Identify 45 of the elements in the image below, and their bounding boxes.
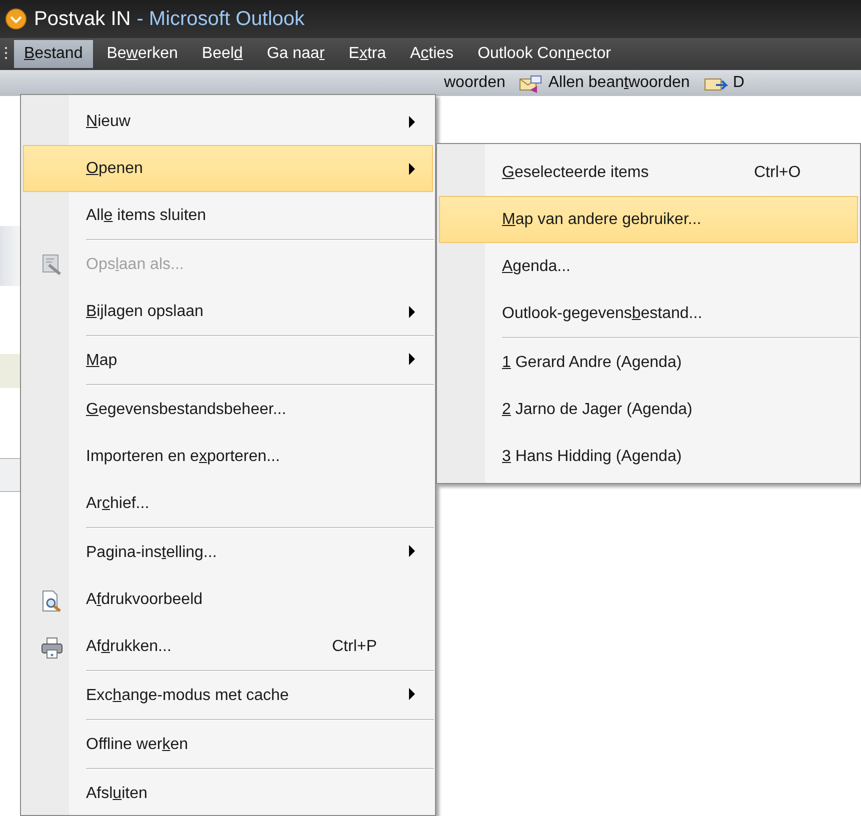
- menu-item[interactable]: Afdrukken... Ctrl+P: [23, 623, 433, 670]
- menu-bar-item[interactable]: Acties: [400, 40, 464, 68]
- menu-item[interactable]: Pagina-instelling...: [23, 527, 433, 576]
- menu-bar-item[interactable]: Ga naar: [256, 40, 335, 68]
- menu-item[interactable]: Map van andere gebruiker...: [439, 196, 858, 243]
- menu-item[interactable]: Agenda...: [439, 243, 858, 290]
- submenu-arrow-icon: [408, 545, 416, 557]
- menu-item[interactable]: Bijlagen opslaan: [23, 288, 433, 335]
- menu-item[interactable]: Afsluiten: [23, 768, 433, 816]
- menu-item[interactable]: Exchange-modus met cache: [23, 670, 433, 719]
- submenu-arrow-icon: [408, 353, 416, 365]
- menu-item[interactable]: Importeren en exporteren...: [23, 433, 433, 480]
- menu-item[interactable]: Offline werken: [23, 719, 433, 768]
- toolbar-button[interactable]: woorden: [440, 74, 506, 92]
- menu-item[interactable]: 2 Jarno de Jager (Agenda): [439, 386, 858, 433]
- submenu-arrow-icon: [408, 688, 416, 700]
- menu-bar-item[interactable]: Bewerken: [96, 40, 188, 68]
- menu-item[interactable]: Gegevensbestandsbeheer...: [23, 384, 433, 433]
- menu-item[interactable]: Map: [23, 335, 433, 384]
- shortcut-text: Ctrl+O: [754, 164, 801, 182]
- app-logo-icon: [4, 7, 28, 31]
- submenu-arrow-icon: [408, 163, 416, 175]
- menu-item[interactable]: 3 Hans Hidding (Agenda): [439, 433, 858, 480]
- menu-item[interactable]: Openen: [23, 145, 433, 192]
- submenu-arrow-icon: [408, 116, 416, 128]
- menu-item[interactable]: Alle items sluiten: [23, 192, 433, 239]
- menu-bar-item[interactable]: Beeld: [192, 40, 253, 68]
- menu-bar-item[interactable]: Outlook Connector: [468, 40, 621, 68]
- window-title: Postvak IN: [34, 8, 131, 30]
- submenu-arrow-icon: [408, 306, 416, 318]
- printer-icon: [40, 636, 64, 660]
- application-name: - Microsoft Outlook: [136, 8, 305, 30]
- menu-item[interactable]: Nieuw: [23, 98, 433, 145]
- menu-bar-item[interactable]: Extra: [338, 40, 396, 68]
- menu-item[interactable]: Outlook-gegevensbestand...: [439, 290, 858, 337]
- menu-item[interactable]: Afdrukvoorbeeld: [23, 576, 433, 623]
- menu-bar-item[interactable]: Bestand: [14, 40, 93, 68]
- toolbar-button[interactable]: D: [698, 72, 744, 94]
- toolbar-button[interactable]: Allen beantwoorden: [513, 72, 690, 94]
- shortcut-text: Ctrl+P: [332, 638, 377, 656]
- disk-icon: [40, 252, 64, 276]
- magnifier-page-icon: [40, 589, 64, 613]
- menu-item[interactable]: 1 Gerard Andre (Agenda): [439, 337, 858, 386]
- menu-item[interactable]: Geselecteerde items Ctrl+O: [439, 149, 858, 196]
- menu-item[interactable]: Archief...: [23, 480, 433, 527]
